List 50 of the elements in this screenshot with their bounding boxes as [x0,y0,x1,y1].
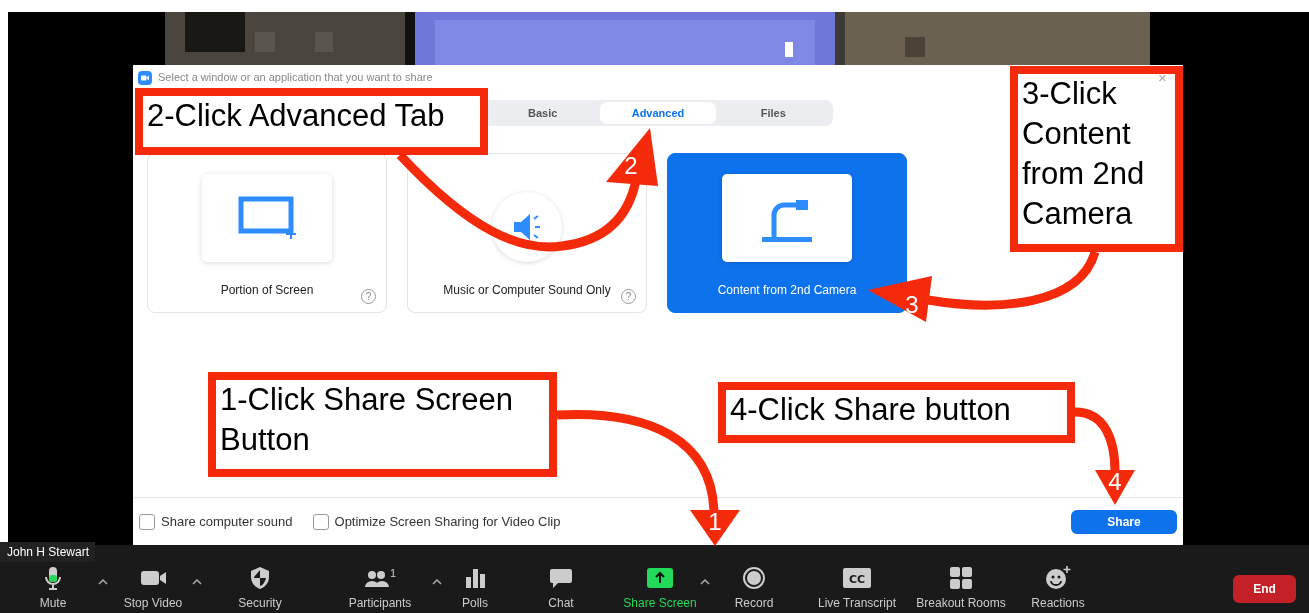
portion-icon [237,195,297,241]
microphone-icon [44,566,62,590]
end-button[interactable]: End [1233,575,1296,603]
toolbar-button[interactable]: Reactions [1008,565,1108,613]
option-label: Content from 2nd Camera [717,282,857,299]
caret-icon[interactable] [700,579,710,585]
checkbox[interactable] [312,513,329,530]
record-icon [742,566,766,590]
share-option[interactable]: Content from 2nd Camera [667,153,907,313]
option-label: Portion of Screen [220,282,314,299]
caret-icon[interactable] [432,579,442,585]
option-label: Music or Computer Sound Only [443,282,611,299]
chat-bubble-icon [549,567,573,589]
closed-caption-icon: CC [843,568,871,588]
callout-box: 1-Click Share Screen Button [208,372,557,477]
step-number: 3 [905,291,919,318]
step-number: 4 [1108,468,1122,495]
speaker-icon [512,212,542,242]
share-button[interactable]: Share [1071,509,1177,534]
checkbox-label: Share computer sound [161,512,293,531]
participant-count: 1 [389,566,397,581]
toolbar-button[interactable]: CC Live Transcript [800,565,914,613]
step-number: 1 [708,508,722,535]
smiley-icon [1045,566,1071,590]
callout-box: 4-Click Share button [718,382,1075,443]
shield-icon [249,566,271,590]
bar-chart-icon [464,567,486,589]
caret-icon[interactable] [98,579,108,585]
checkbox-label: Optimize Screen Sharing for Video Clip [334,512,561,531]
tab[interactable]: Advanced [600,102,716,124]
tab[interactable]: Basic [485,102,601,124]
participant-name: John H Stewart [0,542,96,562]
toolbar-button[interactable]: Stop Video [106,565,200,613]
share-screen-icon [647,567,673,589]
toolbar-button[interactable]: Polls [440,565,510,613]
toolbar-button[interactable]: Share Screen [612,565,708,613]
checkbox[interactable] [139,513,155,530]
tab[interactable]: Files [715,102,831,124]
toolbar-button[interactable]: 1 Participants [320,565,440,613]
toolbar-button[interactable]: Record [708,565,800,613]
window-title: Select a window or an application that you want to share [158,70,433,86]
toolbar-button[interactable]: Breakout Rooms [914,565,1008,613]
toolbar-button[interactable]: Mute [0,565,106,613]
step-number: 2 [624,152,638,179]
callout-box: 2-Click Advanced Tab [135,88,488,155]
grid-icon [949,566,973,590]
app-icon [138,70,152,85]
caret-icon[interactable] [192,579,202,585]
toolbar-button[interactable]: Chat [510,565,612,613]
toolbar-button[interactable]: Security [200,565,320,613]
